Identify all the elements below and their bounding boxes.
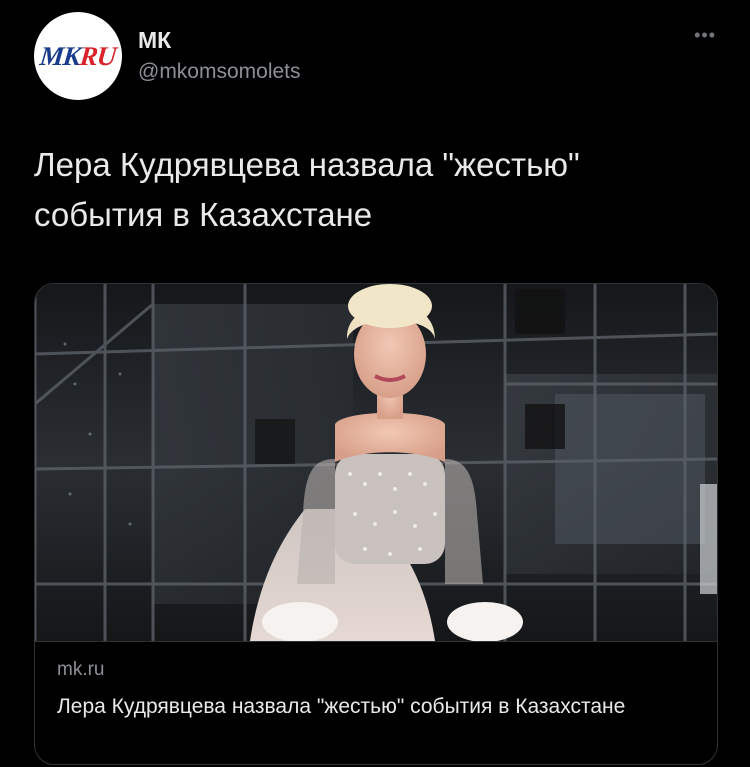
card-title[interactable]: Лера Кудрявцева назвала "жестью" события…: [57, 692, 687, 721]
author-name[interactable]: МК: [138, 27, 171, 54]
card-meta[interactable]: mk.ru Лера Кудрявцева назвала "жестью" с…: [35, 641, 717, 764]
card-image[interactable]: [35, 284, 717, 641]
author-handle[interactable]: @mkomsomolets: [138, 60, 301, 84]
mk-logo-icon: MKRU: [39, 41, 118, 72]
card-photo-illustration: [35, 284, 717, 641]
link-card[interactable]: mk.ru Лера Кудрявцева назвала "жестью" с…: [34, 283, 718, 765]
tweet[interactable]: MKRU МК @mkomsomolets ••• Лера Кудрявцев…: [0, 0, 750, 767]
logo-text-main: MK: [38, 40, 82, 71]
card-domain: mk.ru: [57, 659, 105, 680]
more-options-icon[interactable]: •••: [694, 26, 716, 44]
tweet-text: Лера Кудрявцева назвала "жестью" события…: [34, 146, 580, 233]
logo-text-accent: RU: [78, 40, 118, 71]
author-avatar[interactable]: MKRU: [34, 12, 122, 100]
